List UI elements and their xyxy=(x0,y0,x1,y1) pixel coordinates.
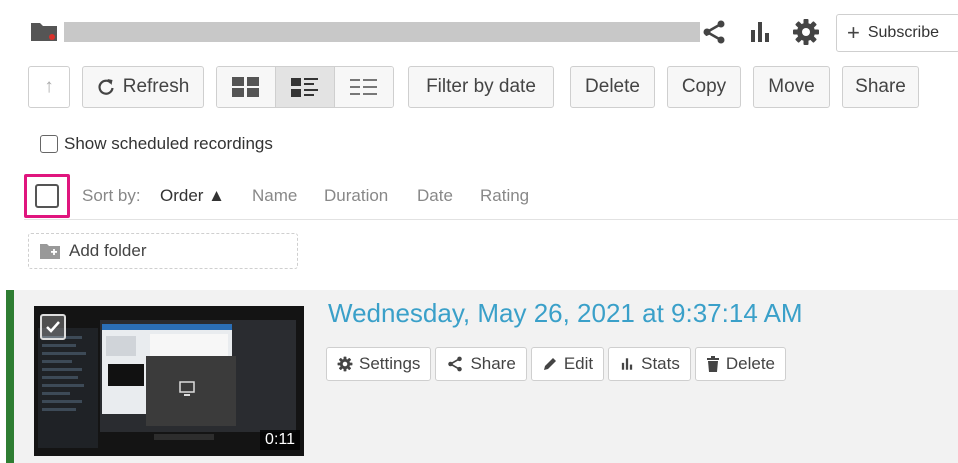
show-scheduled-label: Show scheduled recordings xyxy=(64,134,273,153)
plus-icon: + xyxy=(847,20,860,45)
subscribe-label: Subscribe xyxy=(867,24,940,41)
folder-icon xyxy=(31,23,57,41)
add-folder-icon xyxy=(40,244,60,259)
add-folder-label: Add folder xyxy=(69,241,147,260)
stats-label: Stats xyxy=(641,354,680,373)
duration-badge: 0:11 xyxy=(260,430,300,450)
edit-label: Edit xyxy=(563,354,594,373)
sort-name[interactable]: Name xyxy=(252,186,297,206)
delete-button[interactable]: Delete xyxy=(570,66,655,108)
show-scheduled-checkbox[interactable] xyxy=(40,135,58,153)
arrow-up-icon: ↑ xyxy=(44,76,54,97)
stats-icon xyxy=(621,358,633,370)
toolbar: ↑ Refresh Filter by date Delete Copy Mov… xyxy=(28,66,928,108)
select-all-highlight xyxy=(24,174,70,218)
refresh-icon xyxy=(98,79,114,95)
show-scheduled-option[interactable]: Show scheduled recordings xyxy=(40,134,273,154)
folder-title-redacted xyxy=(64,22,700,42)
select-all-checkbox[interactable] xyxy=(35,184,59,208)
detail-view-icon xyxy=(291,78,318,97)
filter-by-date-button[interactable]: Filter by date xyxy=(408,66,554,108)
share-label: Share xyxy=(470,354,516,373)
stats-button[interactable]: Stats xyxy=(608,347,691,381)
delete-label: Delete xyxy=(725,354,775,373)
refresh-label: Refresh xyxy=(122,76,190,97)
recording-title-link[interactable]: Wednesday, May 26, 2021 at 9:37:14 AM xyxy=(328,298,803,329)
share-recording-button[interactable]: Share xyxy=(435,347,527,381)
pencil-icon xyxy=(543,358,556,370)
sort-rating[interactable]: Rating xyxy=(480,186,529,206)
copy-button[interactable]: Copy xyxy=(667,66,741,108)
view-grid-button[interactable] xyxy=(217,67,276,107)
view-mode-group xyxy=(216,66,394,108)
checkmark-icon xyxy=(46,321,60,333)
sort-duration[interactable]: Duration xyxy=(324,186,388,206)
view-list-button[interactable] xyxy=(335,67,393,107)
up-button[interactable]: ↑ xyxy=(28,66,70,108)
settings-button[interactable]: Settings xyxy=(326,347,432,381)
recording-row[interactable]: 0:11 Wednesday, May 26, 2021 at 9:37:14 … xyxy=(6,290,958,463)
delete-recording-button[interactable]: Delete xyxy=(694,347,786,381)
edit-button[interactable]: Edit xyxy=(530,347,605,381)
share-button[interactable]: Share xyxy=(842,66,919,108)
subscribe-button[interactable]: + Subscribe xyxy=(836,14,958,52)
sort-by-label: Sort by: xyxy=(82,186,141,205)
gear-icon xyxy=(337,356,353,372)
stats-icon[interactable] xyxy=(746,18,774,46)
share-icon[interactable] xyxy=(700,18,728,46)
sort-date[interactable]: Date xyxy=(417,186,453,206)
share-icon xyxy=(448,356,463,372)
refresh-button[interactable]: Refresh xyxy=(82,66,204,108)
view-detail-button[interactable] xyxy=(276,67,335,107)
trash-icon xyxy=(706,356,719,372)
settings-label: Settings xyxy=(359,354,421,373)
folder-header: . + Subscribe xyxy=(28,14,958,52)
recording-select-checkbox[interactable] xyxy=(40,314,66,340)
sort-bar: Sort by: Order ▲ Name Duration Date Rati… xyxy=(24,172,958,220)
list-view-icon xyxy=(350,79,377,95)
grid-view-icon xyxy=(232,77,259,97)
move-button[interactable]: Move xyxy=(753,66,830,108)
add-folder-button[interactable]: Add folder xyxy=(28,233,298,269)
recording-actions: Settings Share Edit Stats Delete xyxy=(326,347,786,381)
gear-icon[interactable] xyxy=(792,18,820,46)
sort-order[interactable]: Order ▲ xyxy=(160,186,225,206)
recording-thumbnail[interactable]: 0:11 xyxy=(34,306,304,456)
